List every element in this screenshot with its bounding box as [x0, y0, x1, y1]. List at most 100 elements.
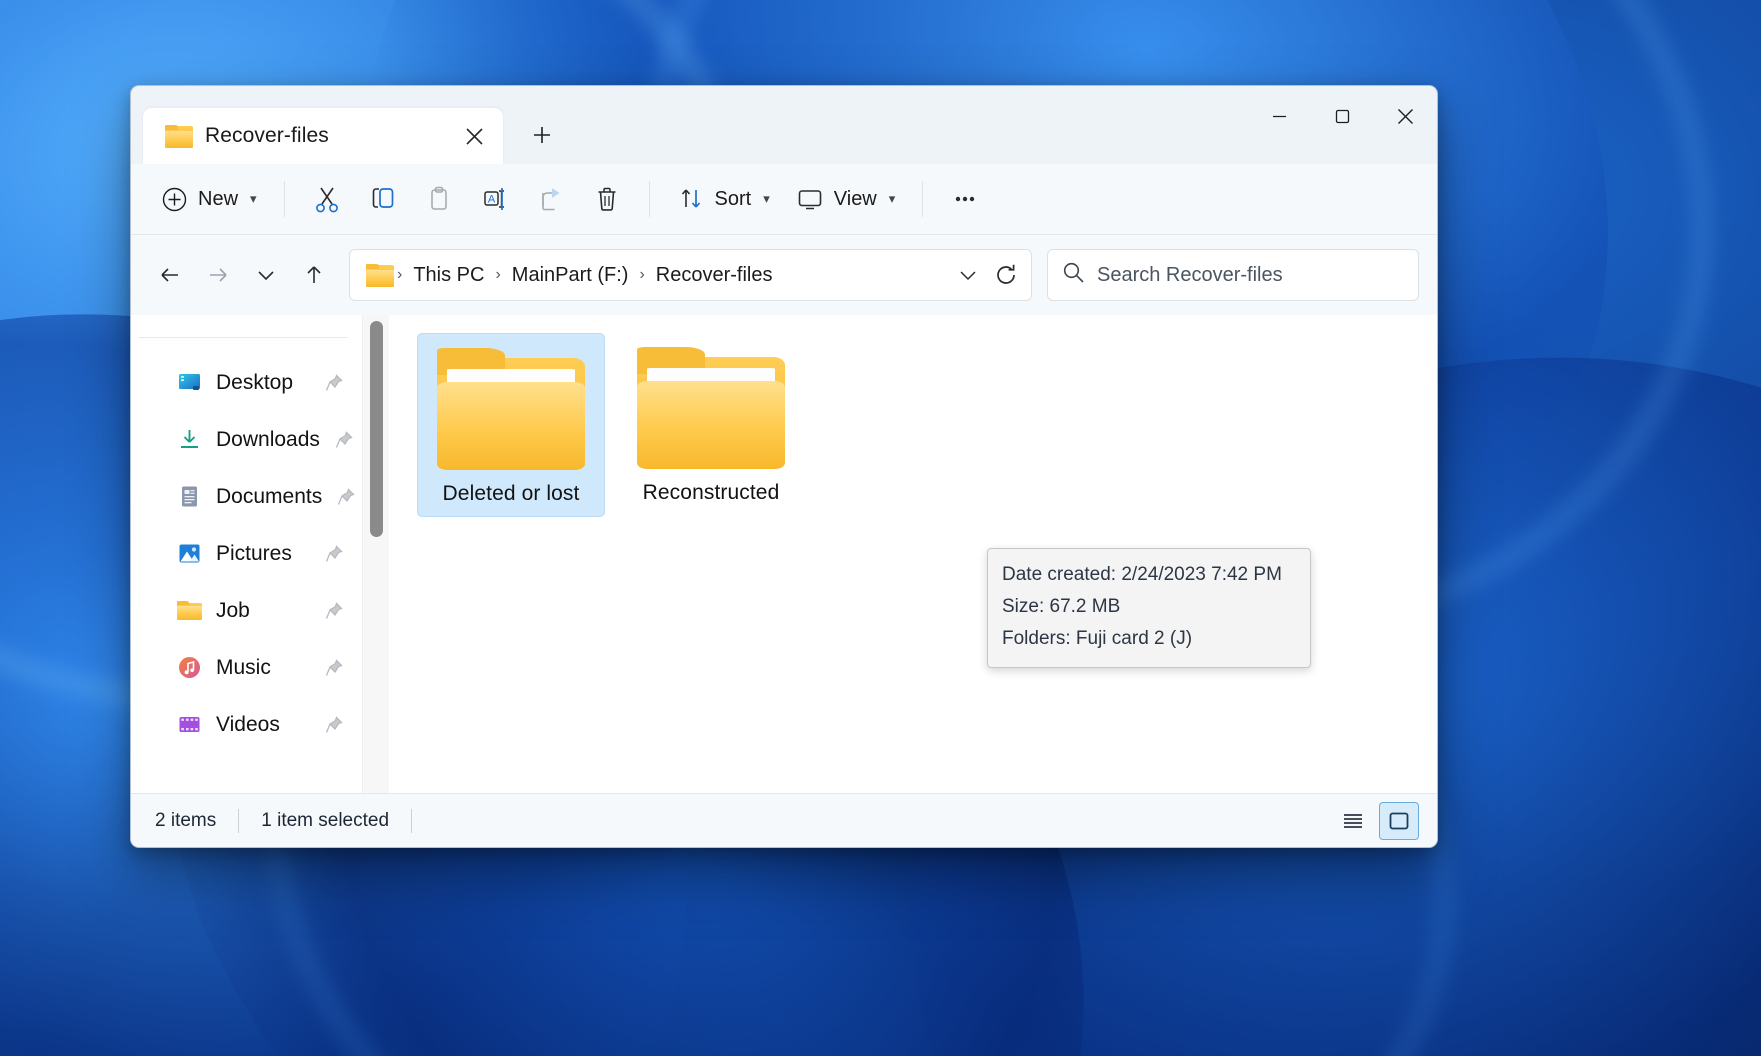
sidebar-item-label: Desktop	[216, 370, 294, 394]
chevron-down-icon: ▾	[763, 191, 770, 206]
documents-icon	[177, 484, 202, 509]
breadcrumb[interactable]: › This PC › MainPart (F:) › Recover-file…	[349, 249, 1032, 301]
toolbar-divider	[283, 181, 285, 217]
sort-arrows-icon	[681, 189, 700, 208]
vertical-scrollbar[interactable]	[362, 315, 389, 793]
pin-icon[interactable]	[334, 430, 354, 450]
tooltip-date-created: Date created: 2/24/2023 7:42 PM	[1002, 564, 1282, 585]
file-tooltip: Date created: 2/24/2023 7:42 PM Size: 67…	[987, 548, 1311, 668]
tab-recover-files[interactable]: Recover-files	[143, 108, 503, 164]
trash-icon	[598, 187, 616, 211]
music-icon	[177, 655, 202, 680]
list-view-icon[interactable]	[1333, 802, 1373, 840]
breadcrumb-item-recover-files[interactable]: Recover-files	[648, 259, 781, 292]
sidebar-item-downloads[interactable]: Downloads	[139, 411, 354, 468]
view-button-label: View	[833, 187, 877, 210]
sidebar-item-label: Job	[216, 598, 250, 622]
videos-icon	[177, 712, 202, 737]
pin-icon[interactable]	[324, 373, 344, 393]
item-count-label: 2 items	[155, 809, 217, 831]
file-explorer-window: Recover-files New ▾ A Sort ▾ View ▾ › Th…	[130, 85, 1438, 848]
status-bar: 2 items 1 item selected	[131, 793, 1437, 847]
pin-icon[interactable]	[336, 487, 356, 507]
file-item-deleted-or-lost[interactable]: Deleted or lost	[417, 333, 605, 517]
address-bar-row: › This PC › MainPart (F:) › Recover-file…	[131, 235, 1437, 315]
back-button[interactable]	[149, 254, 191, 296]
file-item-label: Deleted or lost	[442, 482, 580, 505]
search-input[interactable]	[1097, 263, 1404, 287]
selection-label: 1 item selected	[261, 809, 390, 831]
monitor-icon	[798, 190, 822, 210]
search-box[interactable]	[1047, 249, 1419, 301]
plus-circle-icon	[162, 187, 187, 211]
pin-icon[interactable]	[324, 601, 344, 621]
sidebar-item-videos[interactable]: Videos	[139, 696, 354, 753]
rename-button[interactable]: A	[468, 175, 522, 223]
sort-button-label: Sort	[714, 187, 752, 210]
chevron-down-icon: ▾	[888, 191, 896, 206]
rename-icon: A	[483, 188, 504, 210]
sort-button[interactable]: Sort ▾	[665, 175, 782, 223]
sidebar-items: Desktop Downloads Documents Pictures Job…	[131, 338, 362, 753]
copy-button[interactable]	[356, 175, 410, 223]
folder-icon	[366, 263, 394, 287]
sidebar-item-label: Downloads	[216, 427, 320, 451]
recent-locations-button[interactable]	[245, 254, 287, 296]
scissors-icon	[315, 187, 338, 213]
title-bar: Recover-files	[131, 86, 1437, 164]
folder-icon	[637, 347, 785, 469]
status-divider	[411, 808, 413, 833]
up-button[interactable]	[293, 254, 335, 296]
breadcrumb-separator: ›	[639, 266, 645, 283]
maximize-button[interactable]	[1311, 86, 1374, 146]
sidebar-item-music[interactable]: Music	[139, 639, 354, 696]
more-options-button[interactable]	[938, 175, 992, 223]
status-divider	[238, 808, 240, 833]
delete-button[interactable]	[580, 175, 634, 223]
paste-icon	[430, 186, 447, 210]
downloads-icon	[177, 427, 202, 452]
ellipsis-icon	[956, 196, 975, 202]
toolbar-divider	[648, 181, 650, 217]
file-item-reconstructed[interactable]: Reconstructed	[617, 333, 805, 515]
desktop-icon	[177, 370, 202, 395]
sidebar-item-label: Music	[216, 655, 271, 679]
view-button[interactable]: View ▾	[784, 175, 908, 223]
breadcrumb-item-this-pc[interactable]: This PC	[405, 259, 492, 292]
sidebar-item-pictures[interactable]: Pictures	[139, 525, 354, 582]
scrollbar-thumb[interactable]	[370, 321, 383, 537]
sidebar-item-desktop[interactable]: Desktop	[139, 354, 354, 411]
close-button[interactable]	[1374, 86, 1437, 146]
large-icons-view-icon[interactable]	[1379, 801, 1419, 840]
pin-icon[interactable]	[324, 658, 344, 678]
chevron-down-icon: ▾	[250, 191, 257, 206]
sidebar-item-job[interactable]: Job	[139, 582, 354, 639]
window-body: Desktop Downloads Documents Pictures Job…	[131, 315, 1437, 793]
breadcrumb-item-mainpart[interactable]: MainPart (F:)	[504, 259, 637, 292]
minimize-button[interactable]	[1248, 86, 1311, 146]
folder-icon	[177, 598, 202, 623]
forward-button[interactable]	[197, 254, 239, 296]
close-icon[interactable]	[457, 119, 491, 153]
pin-icon[interactable]	[324, 544, 344, 564]
sidebar-item-documents[interactable]: Documents	[139, 468, 356, 525]
breadcrumb-separator: ›	[495, 266, 501, 283]
navigation-sidebar: Desktop Downloads Documents Pictures Job…	[131, 315, 362, 793]
file-list-pane[interactable]: Deleted or lost Reconstructed Date creat…	[389, 315, 1437, 793]
tab-title: Recover-files	[205, 124, 329, 147]
breadcrumb-separator: ›	[397, 266, 403, 283]
new-tab-button[interactable]	[519, 112, 565, 158]
search-icon	[1062, 261, 1085, 289]
share-button[interactable]	[524, 175, 578, 223]
window-controls	[1248, 86, 1437, 146]
file-grid: Deleted or lost Reconstructed	[417, 333, 1437, 517]
tooltip-size: Size: 67.2 MB	[1002, 596, 1121, 617]
refresh-icon[interactable]	[987, 255, 1025, 295]
pin-icon[interactable]	[324, 715, 344, 735]
new-button-label: New	[198, 187, 239, 210]
folder-icon	[437, 348, 585, 470]
chevron-down-icon[interactable]	[949, 255, 987, 295]
cut-button[interactable]	[300, 175, 354, 223]
paste-button[interactable]	[412, 175, 466, 223]
new-button[interactable]: New ▾	[149, 175, 269, 223]
